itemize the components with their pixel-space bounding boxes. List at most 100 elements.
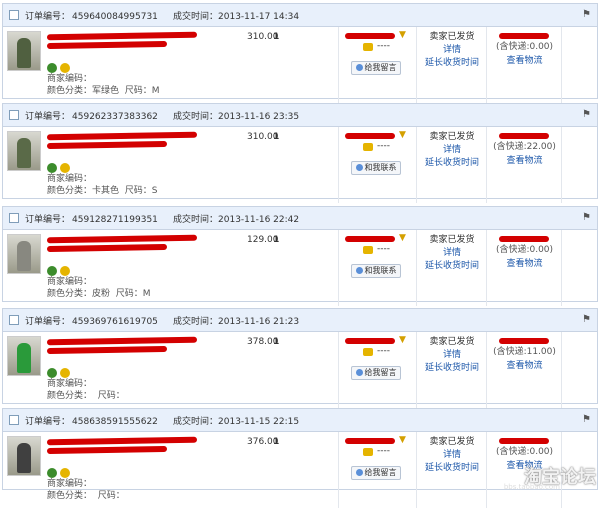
product-title[interactable] xyxy=(47,233,237,254)
buyer-name[interactable] xyxy=(345,338,395,344)
sku-info: 颜色分类：卡其色 尺码：S xyxy=(47,186,158,196)
chat-icon[interactable] xyxy=(363,348,373,356)
view-logistics-link[interactable]: 查看物流 xyxy=(487,55,562,67)
extend-receipt-link[interactable]: 延长收货时间 xyxy=(417,57,487,69)
product-thumbnail[interactable] xyxy=(7,131,41,171)
extend-receipt-link[interactable]: 延长收货时间 xyxy=(417,157,487,169)
order-checkbox[interactable] xyxy=(9,415,19,425)
chat-icon[interactable] xyxy=(363,448,373,456)
product-title[interactable] xyxy=(47,435,237,456)
product-thumbnail[interactable] xyxy=(7,31,41,71)
flag-icon[interactable]: ⚑ xyxy=(582,314,591,325)
chat-icon[interactable] xyxy=(363,246,373,254)
filter-icon[interactable]: ▼ xyxy=(399,130,406,140)
total-amount xyxy=(499,133,549,139)
extend-receipt-link[interactable]: 延长收货时间 xyxy=(417,362,487,374)
details-link[interactable]: 详情 xyxy=(417,44,487,56)
order-status: 卖家已发货 xyxy=(429,437,475,447)
chat-icon[interactable] xyxy=(363,143,373,151)
message-button[interactable]: 给我留言 xyxy=(351,366,401,380)
flag-icon[interactable]: ⚑ xyxy=(582,9,591,20)
product-badge-icon xyxy=(47,468,57,478)
deal-time: 成交时间：2013-11-17 14:34 xyxy=(173,12,300,22)
order-status: 卖家已发货 xyxy=(429,337,475,347)
quantity: 1 xyxy=(273,437,280,447)
details-link[interactable]: 详情 xyxy=(417,144,487,156)
order-checkbox[interactable] xyxy=(9,110,19,120)
order-checkbox[interactable] xyxy=(9,315,19,325)
watermark-url: bbs.taobao.com xyxy=(503,483,560,491)
total-amount xyxy=(499,33,549,39)
chat-icon[interactable] xyxy=(363,43,373,51)
buyer-note: ---- xyxy=(377,446,390,456)
buyer-name[interactable] xyxy=(345,236,395,242)
total-amount xyxy=(499,236,549,242)
sku-info: 颜色分类： 尺码： xyxy=(47,391,125,401)
details-link[interactable]: 详情 xyxy=(417,449,487,461)
product-title[interactable] xyxy=(47,30,237,51)
product-badge-icon xyxy=(47,163,57,173)
order-card: 订单编号： 459640084995731 成交时间：2013-11-17 14:… xyxy=(2,3,598,103)
sku-info: 颜色分类： 尺码： xyxy=(47,491,125,501)
order-number: 订单编号： 459640084995731 xyxy=(25,12,158,22)
filter-icon[interactable]: ▼ xyxy=(399,335,406,345)
order-number: 订单编号： 458638591555622 xyxy=(25,417,158,427)
order-checkbox[interactable] xyxy=(9,10,19,20)
message-icon xyxy=(355,267,363,274)
message-button[interactable]: 给我留言 xyxy=(351,61,401,75)
product-thumbnail[interactable] xyxy=(7,436,41,476)
extend-receipt-link[interactable]: 延长收货时间 xyxy=(417,260,487,272)
message-icon xyxy=(355,469,363,476)
flag-icon[interactable]: ⚑ xyxy=(582,212,591,223)
product-title[interactable] xyxy=(47,130,237,151)
merchant-code: 商家编码： xyxy=(47,277,93,287)
view-logistics-link[interactable]: 查看物流 xyxy=(487,360,562,372)
shipping-fee: (含快递:22.00) xyxy=(493,142,556,152)
buyer-name[interactable] xyxy=(345,33,395,39)
quantity: 1 xyxy=(273,337,280,347)
view-logistics-link[interactable]: 查看物流 xyxy=(487,155,562,167)
order-card: 订单编号： 459128271199351 成交时间：2013-11-16 22:… xyxy=(2,206,598,306)
product-title[interactable] xyxy=(47,335,237,356)
buyer-name[interactable] xyxy=(345,438,395,444)
product-thumbnail[interactable] xyxy=(7,336,41,376)
message-icon xyxy=(355,64,363,71)
total-amount xyxy=(499,438,549,444)
message-button[interactable]: 和我联系 xyxy=(351,264,401,278)
order-status: 卖家已发货 xyxy=(429,32,475,42)
order-number: 订单编号： 459369761619705 xyxy=(25,317,158,327)
filter-icon[interactable]: ▼ xyxy=(399,233,406,243)
order-card: 订单编号： 459262337383362 成交时间：2013-11-16 23:… xyxy=(2,103,598,203)
extend-receipt-link[interactable]: 延长收货时间 xyxy=(417,462,487,474)
product-thumbnail[interactable] xyxy=(7,234,41,274)
product-badge-icon xyxy=(47,266,57,276)
deal-time: 成交时间：2013-11-16 22:42 xyxy=(173,215,300,225)
merchant-code: 商家编码： xyxy=(47,379,93,389)
deal-time: 成交时间：2013-11-15 22:15 xyxy=(173,417,300,427)
order-status: 卖家已发货 xyxy=(429,235,475,245)
product-badge-icon xyxy=(47,63,57,73)
order-card: 订单编号： 459369761619705 成交时间：2013-11-16 21:… xyxy=(2,308,598,408)
buyer-name[interactable] xyxy=(345,133,395,139)
buyer-note: ---- xyxy=(377,41,390,51)
merchant-code: 商家编码： xyxy=(47,174,93,184)
order-header: 订单编号： 458638591555622 成交时间：2013-11-15 22:… xyxy=(3,409,597,432)
details-link[interactable]: 详情 xyxy=(417,349,487,361)
buyer-note: ---- xyxy=(377,346,390,356)
product-badge-icon xyxy=(47,368,57,378)
order-number: 订单编号： 459262337383362 xyxy=(25,112,158,122)
guarantee-icon xyxy=(60,63,70,73)
shipping-fee: (含快递:0.00) xyxy=(495,245,554,255)
flag-icon[interactable]: ⚑ xyxy=(582,109,591,120)
message-button[interactable]: 和我联系 xyxy=(351,161,401,175)
order-checkbox[interactable] xyxy=(9,213,19,223)
flag-icon[interactable]: ⚑ xyxy=(582,414,591,425)
guarantee-icon xyxy=(60,368,70,378)
message-icon xyxy=(355,164,363,171)
message-button[interactable]: 给我留言 xyxy=(351,466,401,480)
filter-icon[interactable]: ▼ xyxy=(399,30,406,40)
filter-icon[interactable]: ▼ xyxy=(399,435,406,445)
shipping-fee: (含快递:0.00) xyxy=(495,42,554,52)
details-link[interactable]: 详情 xyxy=(417,247,487,259)
view-logistics-link[interactable]: 查看物流 xyxy=(487,258,562,270)
